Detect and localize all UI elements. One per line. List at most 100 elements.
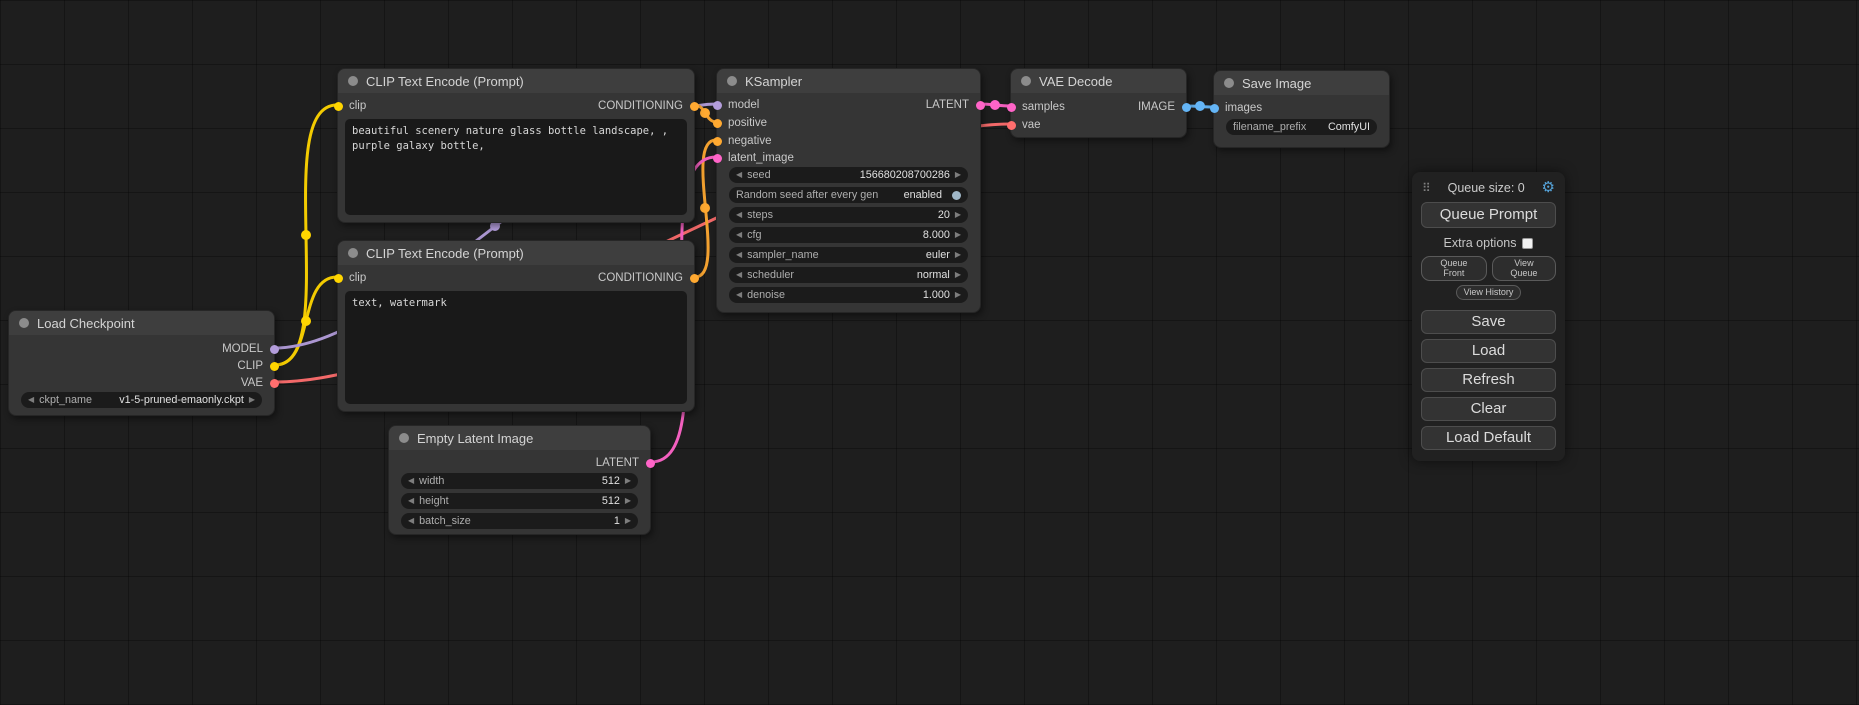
prev-value-arrow-icon[interactable]: ◀ — [736, 167, 742, 183]
node-titlebar[interactable]: VAE Decode — [1011, 69, 1186, 93]
input-label-model: model — [728, 97, 759, 114]
collapse-dot-icon[interactable] — [727, 76, 737, 86]
sampler-name-widget[interactable]: ◀ sampler_name euler ▶ — [729, 247, 968, 263]
view-history-button[interactable]: View History — [1456, 285, 1522, 300]
prev-value-arrow-icon[interactable]: ◀ — [736, 207, 742, 223]
positive-prompt-textarea[interactable]: beautiful scenery nature glass bottle la… — [345, 119, 687, 215]
node-titlebar[interactable]: KSampler — [717, 69, 980, 93]
filename-prefix-widget[interactable]: filename_prefix ComfyUI — [1226, 119, 1377, 135]
next-value-arrow-icon[interactable]: ▶ — [249, 392, 255, 408]
settings-gear-icon[interactable]: ⚙ — [1542, 180, 1555, 195]
vae-input-slot[interactable] — [1007, 121, 1016, 130]
next-value-arrow-icon[interactable]: ▶ — [625, 513, 631, 529]
node-clip-text-encode-negative[interactable]: CLIP Text Encode (Prompt) clip CONDITION… — [337, 240, 695, 412]
prev-value-arrow-icon[interactable]: ◀ — [736, 247, 742, 263]
queue-front-button[interactable]: Queue Front — [1421, 256, 1487, 281]
collapse-dot-icon[interactable] — [348, 76, 358, 86]
widget-value: ComfyUI — [1328, 121, 1370, 133]
prev-value-arrow-icon[interactable]: ◀ — [28, 392, 34, 408]
denoise-widget[interactable]: ◀ denoise 1.000 ▶ — [729, 287, 968, 303]
next-value-arrow-icon[interactable]: ▶ — [625, 473, 631, 489]
save-button[interactable]: Save — [1421, 310, 1556, 334]
widget-value: v1-5-pruned-emaonly.ckpt — [119, 394, 244, 406]
node-titlebar[interactable]: Empty Latent Image — [389, 426, 650, 450]
vae-output-slot[interactable] — [270, 379, 279, 388]
output-label-image: IMAGE — [1138, 99, 1175, 116]
clip-input-slot[interactable] — [334, 274, 343, 283]
width-widget[interactable]: ◀ width 512 ▶ — [401, 473, 638, 489]
cfg-widget[interactable]: ◀ cfg 8.000 ▶ — [729, 227, 968, 243]
batch-size-widget[interactable]: ◀ batch_size 1 ▶ — [401, 513, 638, 529]
node-empty-latent-image[interactable]: Empty Latent Image LATENT ◀ width 512 ▶ … — [388, 425, 651, 535]
height-widget[interactable]: ◀ height 512 ▶ — [401, 493, 638, 509]
next-value-arrow-icon[interactable]: ▶ — [955, 207, 961, 223]
refresh-button[interactable]: Refresh — [1421, 368, 1556, 392]
node-vae-decode[interactable]: VAE Decode samples vae IMAGE — [1010, 68, 1187, 138]
next-value-arrow-icon[interactable]: ▶ — [955, 247, 961, 263]
drag-handle-icon[interactable]: ⠿ — [1422, 181, 1431, 195]
input-label-images: images — [1225, 100, 1262, 117]
clip-output-slot[interactable] — [270, 362, 279, 371]
widget-value: 156680208700286 — [860, 169, 950, 181]
history-row: View History — [1421, 285, 1556, 300]
seed-widget[interactable]: ◀ seed 156680208700286 ▶ — [729, 167, 968, 183]
input-label-positive: positive — [728, 115, 767, 132]
prev-value-arrow-icon[interactable]: ◀ — [408, 513, 414, 529]
latent-image-input-slot[interactable] — [713, 154, 722, 163]
steps-widget[interactable]: ◀ steps 20 ▶ — [729, 207, 968, 223]
collapse-dot-icon[interactable] — [1021, 76, 1031, 86]
node-save-image[interactable]: Save Image images filename_prefix ComfyU… — [1213, 70, 1390, 148]
link-midpoint-dot — [1195, 101, 1205, 111]
next-value-arrow-icon[interactable]: ▶ — [955, 267, 961, 283]
node-graph-canvas[interactable]: Load Checkpoint MODEL CLIP VAE ◀ ckpt_na… — [0, 0, 1859, 705]
image-output-slot[interactable] — [1182, 103, 1191, 112]
node-titlebar[interactable]: Load Checkpoint — [9, 311, 274, 335]
extra-options-checkbox[interactable] — [1522, 238, 1533, 249]
prev-value-arrow-icon[interactable]: ◀ — [736, 267, 742, 283]
node-titlebar[interactable]: CLIP Text Encode (Prompt) — [338, 69, 694, 93]
node-ksampler[interactable]: KSampler model positive negative latent_… — [716, 68, 981, 313]
collapse-dot-icon[interactable] — [399, 433, 409, 443]
conditioning-output-slot[interactable] — [690, 102, 699, 111]
clip-input-slot[interactable] — [334, 102, 343, 111]
negative-prompt-textarea[interactable]: text, watermark — [345, 291, 687, 404]
scheduler-widget[interactable]: ◀ scheduler normal ▶ — [729, 267, 968, 283]
ckpt-name-widget[interactable]: ◀ ckpt_name v1-5-pruned-emaonly.ckpt ▶ — [21, 392, 262, 408]
negative-input-slot[interactable] — [713, 137, 722, 146]
node-title: Empty Latent Image — [417, 431, 533, 446]
next-value-arrow-icon[interactable]: ▶ — [955, 227, 961, 243]
model-output-slot[interactable] — [270, 345, 279, 354]
view-queue-button[interactable]: View Queue — [1492, 256, 1556, 281]
latent-output-slot[interactable] — [646, 459, 655, 468]
next-value-arrow-icon[interactable]: ▶ — [625, 493, 631, 509]
node-load-checkpoint[interactable]: Load Checkpoint MODEL CLIP VAE ◀ ckpt_na… — [8, 310, 275, 416]
latent-output-slot[interactable] — [976, 101, 985, 110]
positive-input-slot[interactable] — [713, 119, 722, 128]
next-value-arrow-icon[interactable]: ▶ — [955, 287, 961, 303]
widget-value: 1.000 — [923, 289, 950, 301]
images-input-slot[interactable] — [1210, 104, 1219, 113]
random-seed-toggle-widget[interactable]: Random seed after every gen enabled — [729, 187, 968, 203]
collapse-dot-icon[interactable] — [19, 318, 29, 328]
conditioning-output-slot[interactable] — [690, 274, 699, 283]
load-default-button[interactable]: Load Default — [1421, 426, 1556, 450]
clear-button[interactable]: Clear — [1421, 397, 1556, 421]
link-midpoint-dot — [301, 230, 311, 240]
node-titlebar[interactable]: CLIP Text Encode (Prompt) — [338, 241, 694, 265]
load-button[interactable]: Load — [1421, 339, 1556, 363]
next-value-arrow-icon[interactable]: ▶ — [955, 167, 961, 183]
model-input-slot[interactable] — [713, 101, 722, 110]
link-midpoint-dot — [990, 100, 1000, 110]
prev-value-arrow-icon[interactable]: ◀ — [736, 287, 742, 303]
node-clip-text-encode-positive[interactable]: CLIP Text Encode (Prompt) clip CONDITION… — [337, 68, 695, 223]
queue-prompt-button[interactable]: Queue Prompt — [1421, 202, 1556, 228]
samples-input-slot[interactable] — [1007, 103, 1016, 112]
widget-label: sampler_name — [747, 249, 818, 261]
node-titlebar[interactable]: Save Image — [1214, 71, 1389, 95]
prev-value-arrow-icon[interactable]: ◀ — [736, 227, 742, 243]
prev-value-arrow-icon[interactable]: ◀ — [408, 493, 414, 509]
toggle-indicator-icon[interactable] — [952, 191, 961, 200]
collapse-dot-icon[interactable] — [348, 248, 358, 258]
collapse-dot-icon[interactable] — [1224, 78, 1234, 88]
prev-value-arrow-icon[interactable]: ◀ — [408, 473, 414, 489]
